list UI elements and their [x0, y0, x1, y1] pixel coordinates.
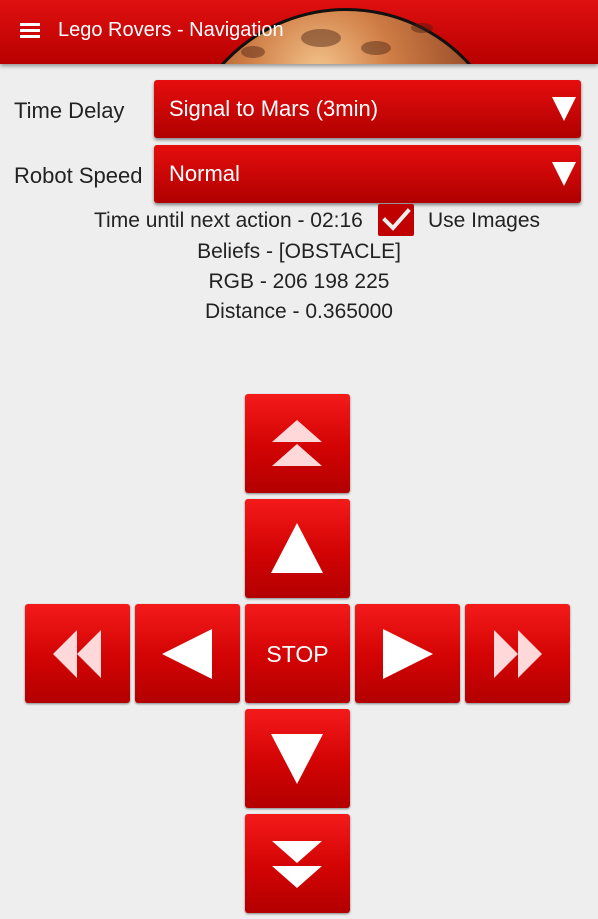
app-title: Lego Rovers - Navigation	[58, 19, 284, 41]
checkmark-icon	[382, 208, 411, 231]
stop-button[interactable]: STOP	[245, 604, 350, 703]
fast-left-button[interactable]	[25, 604, 130, 703]
robot-speed-select[interactable]: Normal	[154, 145, 581, 203]
timer-text: Time until next action - 02:16	[94, 209, 363, 232]
dropdown-arrow-icon	[552, 97, 576, 121]
fast-right-button[interactable]	[465, 604, 570, 703]
double-left-arrow-icon	[53, 630, 101, 678]
fast-backward-button[interactable]	[245, 814, 350, 913]
double-up-arrow-icon	[272, 420, 322, 466]
robot-speed-value: Normal	[169, 161, 240, 186]
use-images-checkbox[interactable]	[378, 204, 414, 236]
robot-speed-label: Robot Speed	[14, 163, 143, 188]
use-images-label: Use Images	[428, 209, 541, 232]
app-bar: Lego Rovers - Navigation	[0, 0, 598, 64]
time-delay-label: Time Delay	[14, 98, 125, 123]
time-delay-value: Signal to Mars (3min)	[169, 96, 379, 121]
right-arrow-icon	[383, 629, 433, 679]
beliefs-text: Beliefs - [OBSTACLE]	[197, 240, 401, 263]
rgb-text: RGB - 206 198 225	[208, 270, 390, 293]
stop-label: STOP	[266, 641, 329, 667]
double-right-arrow-icon	[494, 630, 542, 678]
down-arrow-icon	[271, 734, 323, 784]
fast-forward-button[interactable]	[245, 394, 350, 493]
up-arrow-icon	[271, 523, 323, 573]
time-delay-select[interactable]: Signal to Mars (3min)	[154, 80, 581, 138]
distance-text: Distance - 0.365000	[205, 300, 393, 323]
left-button[interactable]	[135, 604, 240, 703]
dropdown-arrow-icon	[552, 162, 576, 186]
backward-button[interactable]	[245, 709, 350, 808]
right-button[interactable]	[355, 604, 460, 703]
menu-icon[interactable]	[20, 23, 40, 39]
double-down-arrow-icon	[272, 841, 322, 888]
forward-button[interactable]	[245, 499, 350, 598]
left-arrow-icon	[162, 629, 212, 679]
